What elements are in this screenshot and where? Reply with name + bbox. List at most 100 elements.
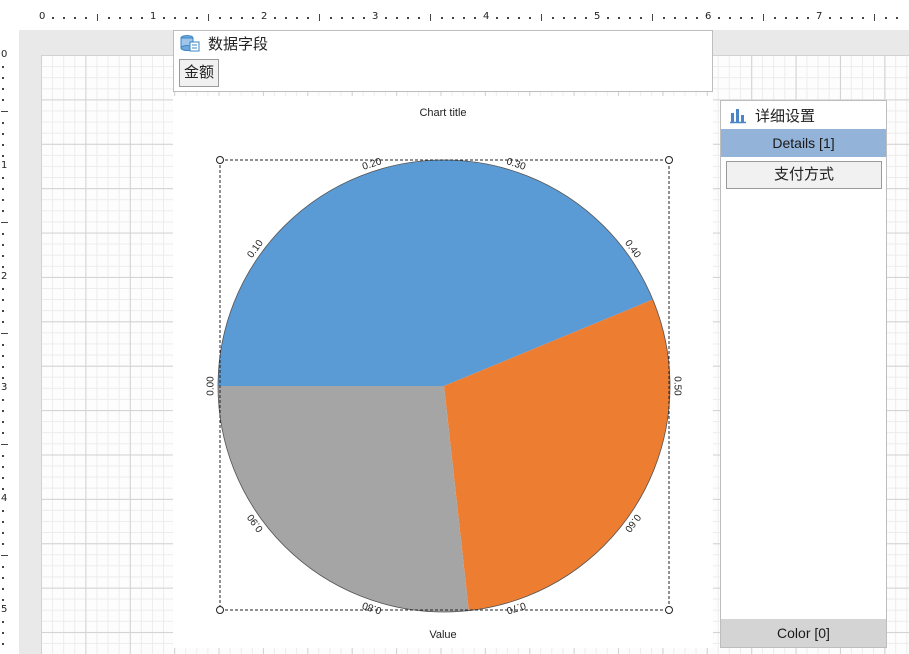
ruler-tick: [2, 66, 4, 69]
ruler-tick: [2, 476, 4, 479]
ruler-tick: [2, 254, 4, 257]
resize-handle[interactable]: [665, 156, 673, 164]
ruler-tick: [74, 17, 77, 19]
database-icon: [180, 35, 200, 52]
ruler-label-top: 6: [705, 11, 712, 22]
pie-slice[interactable]: [218, 386, 469, 612]
ruler-tick: [473, 17, 476, 19]
ruler-tick: [329, 17, 332, 19]
ruler-label-left: 4: [1, 493, 8, 504]
ruler-tick: [285, 17, 288, 19]
ruler-label-top: 4: [483, 11, 490, 22]
ruler-tick: [573, 17, 576, 19]
detail-item-payment-method[interactable]: 支付方式: [726, 161, 882, 189]
ruler-tick: [518, 17, 521, 19]
ruler-tick: [251, 17, 254, 19]
ruler-tick: [884, 17, 887, 19]
ruler-label-left: 5: [1, 604, 8, 615]
ruler-tick: [208, 14, 209, 21]
ruler-tick: [673, 17, 676, 19]
ruler-tick: [874, 14, 875, 21]
ruler-tick: [562, 17, 565, 19]
ruler-tick: [895, 17, 898, 19]
ruler-tick: [1, 555, 8, 556]
ruler-tick: [118, 17, 121, 19]
pie-chart[interactable]: Chart title 0.000.100.20 0.300.400.500.60…: [173, 96, 713, 648]
resize-handle[interactable]: [216, 606, 224, 614]
ruler-tick: [2, 77, 4, 80]
details-section-header[interactable]: Details [1]: [721, 129, 886, 157]
ruler-tick: [351, 17, 354, 19]
ruler-tick: [507, 17, 510, 19]
ruler-tick: [763, 14, 764, 21]
ruler-tick: [2, 399, 4, 402]
ruler-tick: [2, 265, 4, 268]
ruler-tick: [174, 17, 177, 19]
ruler-tick: [2, 177, 4, 180]
ruler-label-left: 0: [1, 49, 8, 60]
ruler-tick: [2, 587, 4, 590]
ruler-label-top: 7: [816, 11, 823, 22]
ruler-tick: [430, 14, 431, 21]
ruler-tick: [2, 632, 4, 635]
ruler-tick: [52, 17, 55, 19]
data-fields-title: 数据字段: [208, 35, 269, 53]
vertical-ruler: 0 1 2 3 4 5: [0, 30, 19, 654]
ruler-tick: [2, 521, 4, 524]
ruler-tick: [2, 121, 4, 124]
color-section-header[interactable]: Color [0]: [721, 619, 886, 647]
ruler-tick: [296, 17, 299, 19]
chart-xlabel: Value: [429, 629, 456, 641]
ruler-tick: [307, 17, 310, 19]
ruler-tick: [2, 643, 4, 646]
ruler-tick: [806, 17, 809, 19]
ruler-tick: [2, 188, 4, 191]
ruler-tick: [496, 17, 499, 19]
ruler-tick: [840, 17, 843, 19]
ruler-tick: [107, 17, 110, 19]
ruler-tick: [63, 17, 66, 19]
ruler-tick: [396, 17, 399, 19]
ruler-tick: [185, 17, 188, 19]
ruler-tick: [2, 598, 4, 601]
pie-tick-label: 0.00: [206, 376, 217, 396]
ruler-tick: [440, 17, 443, 19]
ruler-tick: [1, 111, 8, 112]
ruler-tick: [2, 343, 4, 346]
ruler-tick: [652, 14, 653, 21]
ruler-tick: [784, 17, 787, 19]
ruler-label-top: 3: [372, 11, 379, 22]
ruler-tick: [2, 543, 4, 546]
field-chip-amount[interactable]: 金额: [179, 59, 220, 87]
ruler-tick: [2, 299, 4, 302]
ruler-tick: [2, 210, 4, 213]
ruler-tick: [2, 143, 4, 146]
detail-settings-header: 详细设置: [721, 101, 886, 129]
ruler-tick: [2, 310, 4, 313]
ruler-tick: [2, 232, 4, 235]
resize-handle[interactable]: [216, 156, 224, 164]
ruler-tick: [1, 333, 8, 334]
ruler-label-left: 2: [1, 271, 8, 282]
ruler-tick: [2, 576, 4, 579]
ruler-tick: [2, 421, 4, 424]
ruler-tick: [718, 17, 721, 19]
ruler-tick: [1, 444, 8, 445]
ruler-tick: [618, 17, 621, 19]
ruler-tick: [2, 354, 4, 357]
ruler-tick: [629, 17, 632, 19]
chart-container[interactable]: Chart title 0.00 0.10 0.20 0.30 0.40 0.50 0.60…: [173, 96, 713, 648]
resize-handle[interactable]: [665, 606, 673, 614]
ruler-tick: [607, 17, 610, 19]
ruler-tick: [2, 321, 4, 324]
ruler-tick: [2, 432, 4, 435]
ruler-tick: [362, 17, 365, 19]
ruler-label-top: 2: [261, 11, 268, 22]
ruler-tick: [2, 132, 4, 135]
ruler-tick: [773, 17, 776, 19]
ruler-tick: [462, 17, 465, 19]
ruler-tick: [740, 17, 743, 19]
horizontal-ruler: 0 1 2 3 4 5 6 7: [0, 0, 909, 30]
ruler-tick: [2, 99, 4, 102]
ruler-tick: [551, 17, 554, 19]
